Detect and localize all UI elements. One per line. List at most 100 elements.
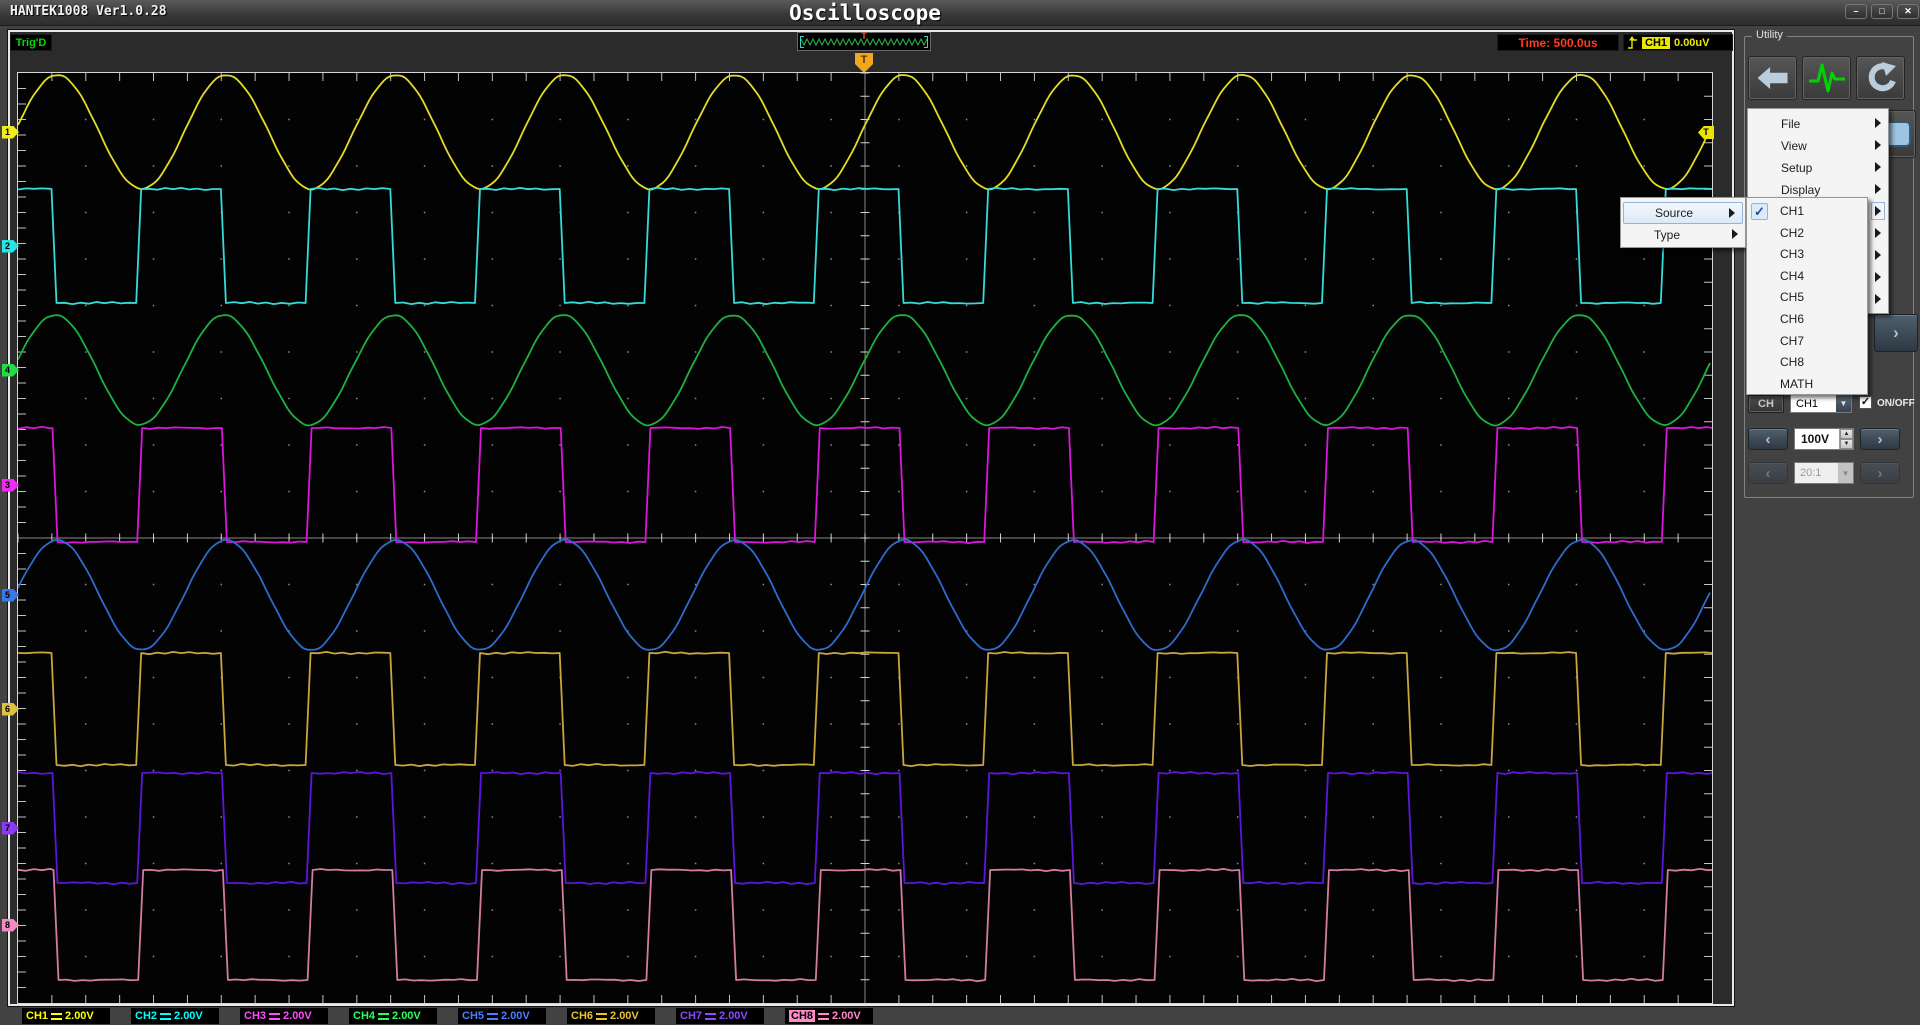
channel-name: CH5 [462, 1010, 484, 1022]
range-next-button[interactable]: › [1860, 428, 1900, 450]
channel-name: CH7 [680, 1010, 702, 1022]
undo-circle-icon [1862, 61, 1900, 95]
back-button[interactable] [1748, 56, 1797, 100]
volts-per-div-value: 2.00V [719, 1010, 748, 1022]
channel-readout-ch1[interactable]: CH1 2.00V [22, 1008, 110, 1024]
ch-button-label: CH [1758, 398, 1774, 410]
menu-item-ch7[interactable]: CH7 [1747, 331, 1867, 353]
menu-item-label: View [1781, 139, 1807, 153]
trace-ch4 [18, 315, 1710, 425]
probe-select[interactable]: 20:1 ▼ [1794, 462, 1854, 484]
ch-button[interactable]: CH [1748, 395, 1784, 413]
trigger-position-marker[interactable]: T [855, 53, 873, 73]
waveform-plot [18, 73, 1712, 1003]
volts-per-div-value: 2.00V [65, 1010, 94, 1022]
channel-readout-ch7[interactable]: CH7 2.00V [676, 1008, 764, 1024]
trigger-context-menu: Source Type [1620, 197, 1746, 248]
scope-display[interactable] [17, 72, 1713, 1004]
close-button[interactable]: ✕ [1897, 4, 1919, 19]
channel-select[interactable]: CH1 ▼ [1790, 394, 1852, 413]
maximize-button[interactable]: □ [1871, 4, 1893, 19]
menu-item-math[interactable]: MATH [1747, 374, 1867, 396]
rising-edge-icon [1627, 36, 1638, 50]
chevron-down-icon[interactable]: ▼ [1836, 395, 1851, 412]
channel-name: CH8 [789, 1010, 815, 1022]
menu-item-ch4[interactable]: CH4 [1747, 266, 1867, 288]
menu-item-label: File [1781, 117, 1800, 131]
menu-item-ch8[interactable]: CH8 [1747, 352, 1867, 374]
menu-item-ch1[interactable]: CH1✓ [1747, 201, 1867, 223]
submenu-arrow-icon [1875, 184, 1881, 194]
volts-per-div-value: 2.00V [832, 1010, 861, 1022]
channel-readout-ch2[interactable]: CH22.00V [131, 1008, 219, 1024]
onoff-checkbox[interactable]: ✓ [1859, 396, 1872, 409]
volts-per-div-value: 2.00V [610, 1010, 639, 1022]
trace-ch5 [18, 540, 1710, 651]
range-spinner[interactable]: 100V ▲ ▼ [1794, 428, 1854, 450]
menu-item-file[interactable]: File [1748, 113, 1888, 135]
spin-down-icon[interactable]: ▼ [1840, 439, 1853, 449]
menu-item-ch2[interactable]: CH2 [1747, 223, 1867, 245]
trigger-info-readout: CH1 0.00uV [1623, 34, 1733, 51]
dc-coupling-icon [705, 1013, 716, 1020]
preview-trigger-marker: T [861, 31, 867, 41]
menu-item-ch6[interactable]: CH6 [1747, 309, 1867, 331]
scope-frame: Trig'D T Time: 500.0us CH1 0.00uV T T [8, 30, 1734, 1006]
redo-button[interactable] [1856, 56, 1905, 100]
channel-readout-ch4[interactable]: CH42.00V [349, 1008, 437, 1024]
spinner-arrows: ▲ ▼ [1839, 429, 1853, 449]
dc-coupling-icon [269, 1013, 280, 1020]
dc-coupling-icon [818, 1013, 829, 1020]
chevron-right-icon: › [1878, 465, 1883, 482]
channel-readout-ch5[interactable]: CH5 2.00V [458, 1008, 546, 1024]
channel-select-value: CH1 [1791, 398, 1836, 410]
menu-item-type[interactable]: Type [1621, 224, 1745, 246]
submenu-arrow-icon [1875, 228, 1881, 238]
menu-item-ch3[interactable]: CH3 [1747, 244, 1867, 266]
submenu-arrow-icon [1875, 162, 1881, 172]
submenu-arrow-icon [1875, 294, 1881, 304]
probe-prev-button[interactable]: ‹ [1748, 462, 1788, 484]
channel-readout-ch6[interactable]: CH6 2.00V [567, 1008, 655, 1024]
chevron-left-icon: ‹ [1766, 431, 1771, 448]
menu-item-label: CH7 [1780, 334, 1804, 348]
trigger-level-value: 0.00uV [1674, 37, 1709, 49]
menu-item-ch5[interactable]: CH5 [1747, 287, 1867, 309]
app-window: HANTEK1008 Ver1.0.28 Oscilloscope – □ ✕ … [0, 0, 1920, 1025]
submenu-arrow-icon [1875, 118, 1881, 128]
next-page-button[interactable]: › [1874, 314, 1918, 352]
waveform-button[interactable] [1802, 56, 1851, 100]
dc-coupling-icon [487, 1013, 498, 1020]
minimize-button[interactable]: – [1845, 4, 1867, 19]
menu-item-label: CH6 [1780, 312, 1804, 326]
submenu-arrow-icon [1732, 229, 1738, 239]
menu-item-label: CH8 [1780, 355, 1804, 369]
submenu-arrow-icon [1875, 140, 1881, 150]
acquisition-preview[interactable]: T [797, 32, 931, 51]
source-submenu: CH1✓ CH2 CH3CH4CH5 CH6 CH7 CH8 MATH [1746, 197, 1868, 395]
trace-ch1 [18, 75, 1710, 190]
menu-item-view[interactable]: View [1748, 135, 1888, 157]
volts-per-div-value: 2.00V [174, 1010, 203, 1022]
dc-coupling-icon [378, 1013, 389, 1020]
menu-item-label: Display [1781, 183, 1820, 197]
submenu-arrow-icon [1875, 206, 1881, 216]
dc-coupling-icon [596, 1013, 607, 1020]
page-title: Oscilloscope [789, 1, 941, 25]
channel-readout-ch3[interactable]: CH32.00V [240, 1008, 328, 1024]
menu-item-label: Source [1655, 206, 1693, 220]
spin-up-icon[interactable]: ▲ [1840, 429, 1853, 439]
channel-name: CH6 [571, 1010, 593, 1022]
channel-name: CH1 [26, 1010, 48, 1022]
menu-item-source[interactable]: Source [1623, 202, 1743, 224]
dc-coupling-icon [51, 1013, 62, 1020]
preview-right-bracket-icon [924, 36, 928, 48]
probe-next-button[interactable]: › [1860, 462, 1900, 484]
range-prev-button[interactable]: ‹ [1748, 428, 1788, 450]
volts-per-div-value: 2.00V [501, 1010, 530, 1022]
menu-item-label: CH2 [1780, 226, 1804, 240]
channel-readout-ch8[interactable]: CH8 2.00V [785, 1008, 873, 1024]
chevron-right-icon: › [1893, 323, 1899, 343]
menu-item-setup[interactable]: Setup [1748, 157, 1888, 179]
submenu-arrow-icon [1875, 272, 1881, 282]
